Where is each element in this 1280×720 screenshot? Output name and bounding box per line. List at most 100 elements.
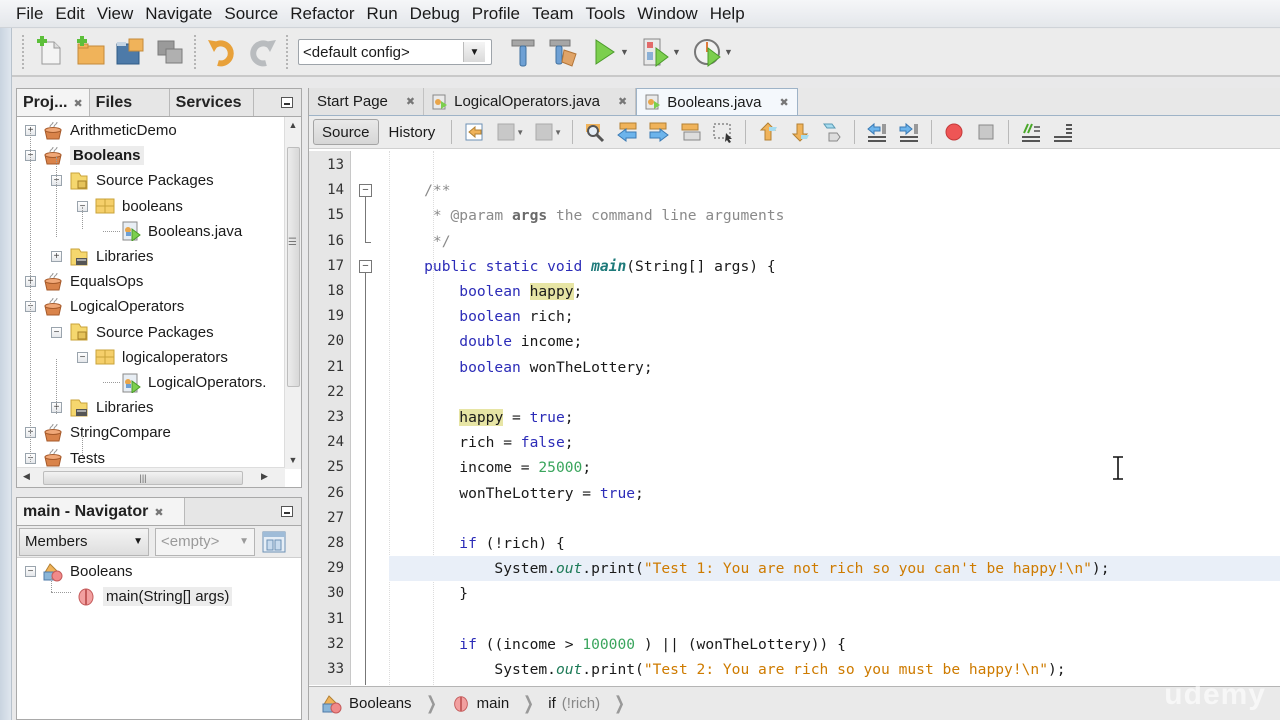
- code-line[interactable]: wonTheLottery = true;: [389, 481, 644, 506]
- menu-refactor[interactable]: Refactor: [284, 4, 360, 24]
- code-line[interactable]: * @param args the command line arguments: [389, 203, 784, 228]
- code-line[interactable]: */: [389, 229, 451, 254]
- code-line[interactable]: System.out.print("Test 1: You are not ri…: [389, 556, 1109, 581]
- forward-dropdown-arrow[interactable]: ▼: [554, 128, 562, 137]
- shift-left-button[interactable]: [861, 118, 893, 146]
- tree-item[interactable]: − Source Packages: [51, 168, 214, 193]
- project-tree-hscroll[interactable]: ◀ ||| ▶: [17, 467, 285, 487]
- collapse-icon[interactable]: −: [25, 566, 36, 577]
- code-line[interactable]: boolean wonTheLottery;: [389, 355, 652, 380]
- find-next-button[interactable]: [643, 118, 675, 146]
- comment-button[interactable]: [1015, 118, 1047, 146]
- code-line[interactable]: boolean happy;: [389, 279, 582, 304]
- toggle-bookmark-button[interactable]: [816, 118, 848, 146]
- menu-view[interactable]: View: [91, 4, 140, 24]
- scroll-down-icon[interactable]: ▼: [285, 452, 301, 469]
- new-project-button[interactable]: [70, 32, 110, 72]
- close-icon[interactable]: ✖: [406, 95, 415, 108]
- open-project-button[interactable]: [110, 32, 150, 72]
- menu-file[interactable]: File: [10, 4, 49, 24]
- code-line[interactable]: rich = false;: [389, 430, 573, 455]
- menu-navigate[interactable]: Navigate: [139, 4, 218, 24]
- close-icon[interactable]: ✖: [618, 95, 627, 108]
- tree-item[interactable]: − Tests: [25, 446, 105, 469]
- tree-item[interactable]: + EqualsOps: [25, 269, 143, 294]
- collapse-icon[interactable]: −: [77, 351, 88, 363]
- tree-item[interactable]: − Booleans: [25, 143, 144, 168]
- tree-item[interactable]: Booleans.java: [103, 219, 242, 244]
- uncomment-button[interactable]: [1047, 118, 1079, 146]
- find-selection-button[interactable]: [579, 118, 611, 146]
- code-line[interactable]: public static void main(String[] args) {: [389, 254, 775, 279]
- menu-window[interactable]: Window: [631, 4, 703, 24]
- tree-item[interactable]: + Libraries: [51, 395, 154, 420]
- tree-item[interactable]: + ArithmeticDemo: [25, 118, 177, 143]
- breadcrumb-item-statement[interactable]: if (!rich): [548, 695, 600, 712]
- code-line[interactable]: if ((income > 100000 ) || (wonTheLottery…: [389, 632, 846, 657]
- tab-logicaloperators-java[interactable]: LogicalOperators.java ✖: [424, 88, 637, 115]
- scroll-thumb[interactable]: [287, 147, 300, 387]
- navigator-options-button[interactable]: [261, 530, 287, 554]
- start-macro-button[interactable]: [938, 118, 970, 146]
- toolbar-grip[interactable]: [22, 35, 26, 69]
- tab-navigator[interactable]: main - Navigator ✖: [17, 498, 185, 525]
- history-view-button[interactable]: History: [379, 119, 446, 145]
- nav-tree-item-method[interactable]: main(String[] args): [75, 584, 233, 609]
- tab-projects[interactable]: Proj... ✖: [17, 89, 90, 116]
- build-button[interactable]: [504, 32, 544, 72]
- menu-team[interactable]: Team: [526, 4, 580, 24]
- tree-item[interactable]: − logicaloperators: [77, 345, 228, 370]
- toggle-highlight-button[interactable]: [675, 118, 707, 146]
- menu-tools[interactable]: Tools: [580, 4, 632, 24]
- fold-collapse-icon[interactable]: −: [359, 184, 372, 198]
- minimize-panel-button[interactable]: [273, 498, 301, 525]
- tree-item[interactable]: − booleans: [77, 194, 183, 219]
- toolbar-grip[interactable]: [286, 35, 290, 69]
- scroll-right-icon[interactable]: ▶: [261, 471, 268, 482]
- menu-help[interactable]: Help: [704, 4, 751, 24]
- scroll-up-icon[interactable]: ▲: [285, 117, 301, 134]
- code-area[interactable]: 13 14 /** 15 * @param args the command lin…: [309, 151, 1280, 685]
- stop-macro-button[interactable]: [970, 118, 1002, 146]
- breadcrumb-item-class[interactable]: Booleans: [321, 694, 412, 714]
- rectangular-selection-button[interactable]: [707, 118, 739, 146]
- tab-services[interactable]: Services: [170, 89, 254, 116]
- last-edit-button[interactable]: [458, 118, 490, 146]
- run-button[interactable]: [584, 32, 624, 72]
- tree-item[interactable]: − LogicalOperators: [25, 294, 184, 319]
- tab-files[interactable]: Files: [90, 89, 170, 116]
- expand-icon[interactable]: +: [51, 251, 62, 262]
- tab-booleans-java[interactable]: Booleans.java ✖: [636, 88, 798, 115]
- config-dropdown[interactable]: <default config> ▼: [298, 39, 492, 65]
- redo-button[interactable]: [242, 32, 282, 72]
- source-view-button[interactable]: Source: [313, 119, 379, 145]
- clean-build-button[interactable]: [544, 32, 584, 72]
- menu-source[interactable]: Source: [218, 4, 284, 24]
- scroll-thumb[interactable]: |||: [43, 471, 243, 485]
- profile-button[interactable]: [688, 32, 728, 72]
- code-line[interactable]: /**: [389, 178, 450, 203]
- close-icon[interactable]: ✖: [154, 506, 163, 519]
- undo-button[interactable]: [202, 32, 242, 72]
- close-icon[interactable]: ✖: [73, 97, 82, 110]
- tree-item[interactable]: + StringCompare: [25, 420, 171, 445]
- tree-item[interactable]: + Libraries: [51, 244, 154, 269]
- code-line[interactable]: income = 25000;: [389, 455, 591, 480]
- toolbar-grip[interactable]: [194, 35, 198, 69]
- find-previous-button[interactable]: [611, 118, 643, 146]
- debug-button[interactable]: [636, 32, 676, 72]
- menu-profile[interactable]: Profile: [466, 4, 526, 24]
- code-line[interactable]: double income;: [389, 329, 582, 354]
- menu-run[interactable]: Run: [360, 4, 403, 24]
- new-file-button[interactable]: [30, 32, 70, 72]
- fold-collapse-icon[interactable]: −: [359, 259, 372, 273]
- project-tree-vscroll[interactable]: ▲ ☰ ▼: [284, 117, 301, 469]
- code-line[interactable]: System.out.print("Test 2: You are rich s…: [389, 657, 1065, 682]
- members-filter-dropdown[interactable]: Members ▼: [19, 527, 149, 556]
- close-project-button[interactable]: [150, 32, 190, 72]
- code-line[interactable]: happy = true;: [389, 405, 574, 430]
- tree-item[interactable]: − Source Packages: [51, 320, 214, 345]
- back-dropdown-arrow[interactable]: ▼: [516, 128, 524, 137]
- breadcrumb-item-method[interactable]: main: [451, 694, 509, 714]
- scroll-left-icon[interactable]: ◀: [23, 471, 30, 482]
